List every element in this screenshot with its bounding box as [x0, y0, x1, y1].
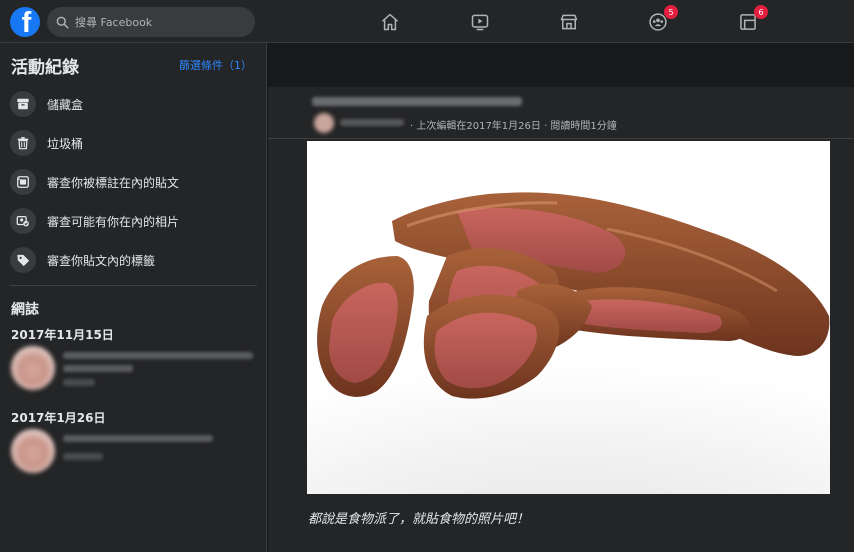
sidebar-item-label: 審查你被標註在內的貼文	[47, 175, 180, 190]
sidebar-item-tag-review[interactable]: 審查你貼文內的標籤	[10, 245, 155, 275]
nav-watch[interactable]	[468, 10, 492, 34]
note-post: · 上次編輯在2017年1月26日 · 閱讀時間1分鐘 都說是食物派了，就貼食物…	[268, 87, 854, 552]
entry-date: 2017年11月15日	[11, 328, 114, 342]
search-box[interactable]	[47, 7, 255, 37]
log-entry[interactable]	[11, 429, 261, 475]
log-entry[interactable]	[11, 346, 261, 392]
sidebar-item-label: 審查可能有你在內的相片	[47, 214, 180, 229]
blurred-text	[63, 352, 253, 359]
sidebar-title: 活動紀錄	[11, 58, 79, 78]
steak-photo[interactable]	[307, 141, 830, 494]
sidebar-item-trash[interactable]: 垃圾桶	[10, 128, 83, 158]
blurred-text	[63, 379, 95, 386]
top-navigation-bar: f 5	[0, 0, 854, 43]
sidebar-item-label: 儲藏盒	[47, 97, 84, 112]
archive-icon-wrap	[10, 91, 36, 117]
home-icon	[382, 13, 398, 31]
blurred-text	[63, 453, 103, 460]
blurred-text	[63, 365, 133, 372]
facebook-logo-icon[interactable]: f	[10, 7, 40, 37]
archive-icon	[17, 98, 29, 110]
notes-section-title: 網誌	[11, 302, 39, 318]
trash-icon	[17, 137, 29, 150]
post-header: · 上次編輯在2017年1月26日 · 閱讀時間1分鐘	[268, 87, 854, 139]
blurred-author	[340, 119, 404, 126]
gaming-badge: 6	[754, 5, 768, 19]
tagged-posts-icon-wrap	[10, 169, 36, 195]
search-icon	[56, 16, 69, 29]
search-input[interactable]	[75, 15, 245, 29]
entry-thumbnail	[11, 346, 55, 390]
trash-icon-wrap	[10, 130, 36, 156]
blurred-title	[312, 97, 522, 106]
blurred-text	[63, 435, 213, 442]
main-header-strip	[268, 43, 854, 87]
sidebar-item-label: 垃圾桶	[47, 136, 84, 151]
groups-badge: 5	[664, 5, 678, 19]
nav-groups[interactable]: 5	[646, 5, 678, 34]
sidebar-item-photo-review[interactable]: 審查可能有你在內的相片	[10, 206, 179, 236]
author-avatar[interactable]	[314, 113, 334, 133]
post-meta: · 上次編輯在2017年1月26日 · 閱讀時間1分鐘	[410, 121, 617, 132]
photo-review-icon-wrap	[10, 208, 36, 234]
sidebar-item-archive[interactable]: 儲藏盒	[10, 89, 83, 119]
tag-icon-wrap	[10, 247, 36, 273]
sidebar-item-label: 審查你貼文內的標籤	[47, 253, 156, 268]
photo-review-icon	[16, 215, 29, 227]
watch-icon	[471, 14, 489, 31]
tag-icon	[17, 254, 30, 267]
photo-caption: 都說是食物派了，就貼食物的照片吧！	[308, 512, 530, 527]
logo-letter: f	[21, 7, 32, 38]
entry-thumbnail	[11, 429, 55, 473]
marketplace-icon	[560, 14, 578, 30]
nav-home[interactable]	[378, 10, 402, 34]
nav-gaming[interactable]: 6	[736, 5, 768, 34]
steak-illustration	[307, 141, 830, 494]
activity-log-sidebar: 活動紀錄 篩選條件（1） 儲藏盒 垃圾桶 審查你被標註在內的貼文 審查可能有你在…	[0, 43, 267, 552]
tagged-posts-icon	[17, 176, 29, 188]
nav-marketplace[interactable]	[557, 10, 581, 34]
sidebar-divider	[10, 285, 257, 286]
entry-date: 2017年1月26日	[11, 411, 106, 425]
filter-link[interactable]: 篩選條件（1）	[179, 57, 252, 73]
sidebar-item-tagged-posts[interactable]: 審查你被標註在內的貼文	[10, 167, 179, 197]
